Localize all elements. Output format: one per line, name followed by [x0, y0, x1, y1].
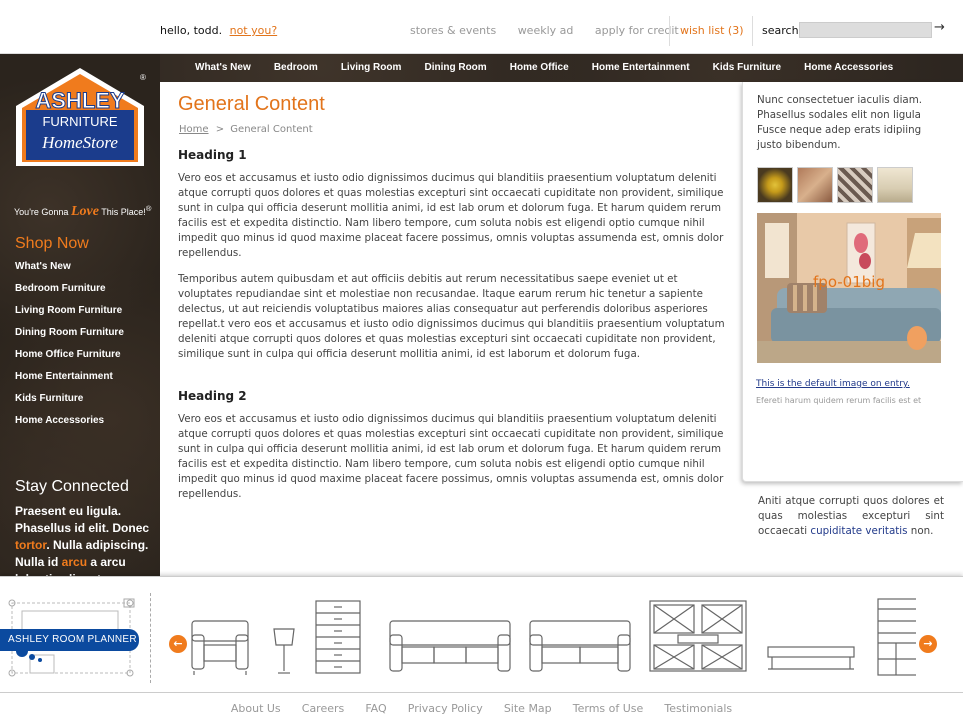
tagline-love: Love — [70, 204, 99, 219]
tagline-post: This Place! — [101, 207, 146, 217]
ashley-logo[interactable]: ASHLEY FURNITURE HomeStore ® — [12, 66, 148, 168]
logo-text-furniture: FURNITURE — [42, 114, 117, 129]
paragraph-1: Vero eos et accusamus et iusto odio dign… — [178, 172, 724, 259]
footer-privacy-policy[interactable]: Privacy Policy — [408, 693, 483, 723]
room-planner-band: ASHLEY ROOM PLANNER ← → — [0, 576, 963, 693]
breadcrumb-current: General Content — [230, 124, 313, 135]
footer-careers[interactable]: Careers — [302, 693, 345, 723]
tagline-pre: You're Gonna — [14, 207, 69, 217]
stay-connected-heading: Stay Connected — [15, 478, 129, 495]
footer-faq[interactable]: FAQ — [365, 693, 386, 723]
top-utility-bar: hello, todd. not you? stores & events we… — [0, 0, 963, 54]
planner-prev-arrow-icon[interactable]: ← — [169, 635, 187, 653]
loveseat-icon[interactable] — [529, 620, 631, 672]
nav-whats-new[interactable]: What's New — [195, 54, 251, 82]
thumbnail-4[interactable] — [877, 167, 913, 203]
nav-home-entertainment[interactable]: Home Entertainment — [592, 54, 690, 82]
divider — [669, 16, 670, 46]
planner-next-arrow-icon[interactable]: → — [919, 635, 937, 653]
nav-home-accessories[interactable]: Home Accessories — [804, 54, 893, 82]
right-lower-text: Aniti atque corrupti quos dolores et qua… — [758, 494, 944, 539]
stay-link-tortor[interactable]: tortor — [15, 538, 46, 552]
thumbnail-3[interactable] — [837, 167, 873, 203]
featured-room-image[interactable]: fpo-01big — [757, 213, 941, 363]
footer-about-us[interactable]: About Us — [231, 693, 281, 723]
tagline-mark: ® — [145, 204, 152, 213]
shop-now-heading: Shop Now — [15, 235, 89, 252]
nav-home-office[interactable]: Home Office — [510, 54, 569, 82]
breadcrumb-separator: > — [215, 124, 225, 135]
left-sidebar: ASHLEY FURNITURE HomeStore ® You're Gonn… — [0, 54, 160, 586]
coffee-table-icon[interactable] — [767, 646, 855, 670]
nav-living-room[interactable]: Living Room — [341, 54, 402, 82]
image-placeholder-label: fpo-01big — [813, 273, 885, 291]
furniture-carousel[interactable] — [188, 595, 916, 679]
heading-2: Heading 2 — [178, 389, 247, 403]
utility-nav: stores & events weekly ad apply for cred… — [410, 24, 697, 37]
logo-text-homestore: HomeStore — [41, 133, 118, 152]
footer-terms-of-use[interactable]: Terms of Use — [573, 693, 644, 723]
stay-text-1: Praesent eu ligula. Phasellus id elit. D… — [15, 504, 150, 535]
main-nav: What's New Bedroom Living Room Dining Ro… — [160, 54, 963, 82]
footer-site-map[interactable]: Site Map — [504, 693, 552, 723]
hutch-icon[interactable] — [877, 598, 916, 676]
shop-item-living-room[interactable]: Living Room Furniture — [15, 304, 124, 326]
shop-item-home-office[interactable]: Home Office Furniture — [15, 348, 124, 370]
apply-credit-link[interactable]: apply for credit — [595, 24, 679, 37]
shop-item-home-accessories[interactable]: Home Accessories — [15, 414, 124, 436]
logo-reg-mark: ® — [140, 73, 146, 82]
shop-item-home-entertainment[interactable]: Home Entertainment — [15, 370, 124, 392]
right-intro-text: Nunc consectetuer iaculis diam. Phasellu… — [757, 94, 923, 151]
sofa-icon[interactable] — [389, 620, 511, 672]
nav-kids-furniture[interactable]: Kids Furniture — [713, 54, 781, 82]
search-label: search — [762, 24, 799, 37]
image-caption: Efereti harum quidem rerum facilis est e… — [756, 396, 922, 405]
footer: About Us Careers FAQ Privacy Policy Site… — [0, 693, 963, 723]
breadcrumb-home[interactable]: Home — [179, 124, 209, 135]
greeting: hello, todd. not you? — [160, 24, 277, 37]
room-planner-label[interactable]: ASHLEY ROOM PLANNER — [0, 629, 139, 651]
greeting-text: hello, todd. — [160, 24, 223, 37]
planner-divider — [150, 593, 151, 683]
stores-events-link[interactable]: stores & events — [410, 24, 496, 37]
heading-1: Heading 1 — [178, 148, 247, 162]
search-input[interactable] — [799, 22, 932, 38]
footer-testimonials[interactable]: Testimonials — [664, 693, 732, 723]
divider — [752, 16, 753, 46]
nav-bedroom[interactable]: Bedroom — [274, 54, 318, 82]
lower-text-end: non. — [907, 525, 934, 537]
shop-item-bedroom[interactable]: Bedroom Furniture — [15, 282, 124, 304]
shop-now-list: What's New Bedroom Furniture Living Room… — [15, 260, 124, 436]
thumbnail-1[interactable] — [757, 167, 793, 203]
tagline: You're Gonna Love This Place!® — [14, 204, 151, 220]
logo-text-ashley: ASHLEY — [35, 88, 125, 113]
armchair-icon[interactable] — [191, 620, 249, 675]
paragraph-2: Temporibus autem quibusdam et aut offici… — [178, 273, 725, 360]
shop-item-kids-furniture[interactable]: Kids Furniture — [15, 392, 124, 414]
wish-list-link[interactable]: wish list (3) — [680, 24, 744, 37]
nav-dining-room[interactable]: Dining Room — [424, 54, 486, 82]
paragraph-3: Vero eos et accusamus et iusto odio dign… — [178, 413, 724, 500]
stay-link-arcu[interactable]: arcu — [62, 555, 87, 569]
weekly-ad-link[interactable]: weekly ad — [518, 24, 574, 37]
breadcrumb: Home > General Content — [179, 124, 313, 135]
chest-of-drawers-icon[interactable] — [315, 600, 361, 674]
entertainment-center-icon[interactable] — [649, 600, 747, 672]
floor-lamp-icon[interactable] — [273, 628, 295, 674]
lower-text-link[interactable]: cupiditate veritatis — [810, 525, 907, 537]
not-you-link[interactable]: not you? — [230, 24, 278, 37]
shop-item-dining-room[interactable]: Dining Room Furniture — [15, 326, 124, 348]
default-image-link[interactable]: This is the default image on entry. — [756, 379, 910, 389]
search-go-arrow-icon[interactable]: → — [934, 20, 945, 35]
shop-item-whats-new[interactable]: What's New — [15, 260, 124, 282]
page-title: General Content — [178, 93, 325, 115]
thumbnail-2[interactable] — [797, 167, 833, 203]
